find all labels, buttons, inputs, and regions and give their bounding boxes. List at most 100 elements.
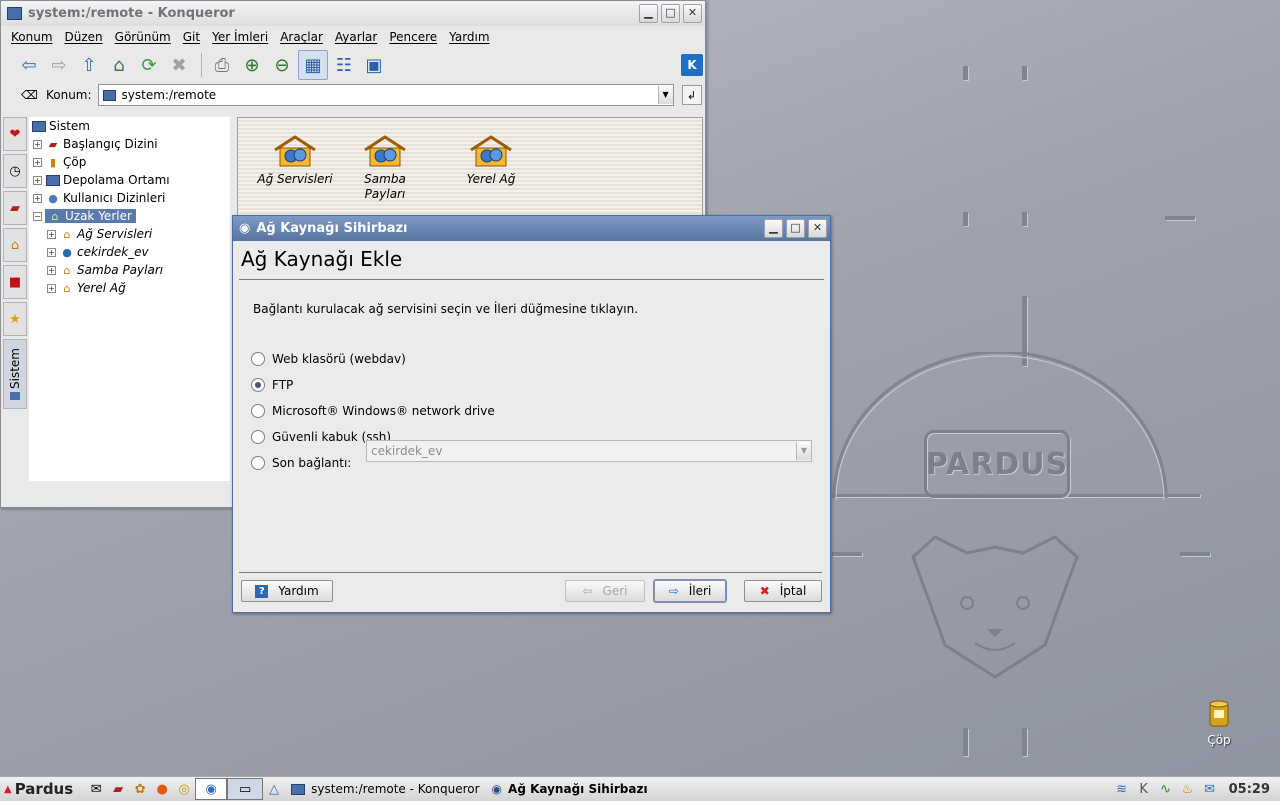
tree-item-ag-servisleri[interactable]: + ⌂ Ağ Servisleri <box>29 225 230 243</box>
kde-logo-icon[interactable]: K <box>681 54 703 76</box>
cancel-button[interactable]: ✖ İptal <box>744 580 822 602</box>
forward-icon[interactable]: ⇨ <box>45 51 73 79</box>
zoom-out-icon[interactable]: ⊖ <box>268 51 296 79</box>
arrow-icon[interactable]: △ <box>263 779 285 799</box>
history-clock-icon[interactable]: ◷ <box>3 154 27 188</box>
next-button[interactable]: ⇨ İleri <box>654 580 726 602</box>
maximize-button[interactable]: □ <box>786 219 805 238</box>
network-monitor-icon[interactable]: ∿ <box>1155 779 1177 799</box>
menu-konum[interactable]: Konum <box>5 30 59 44</box>
tree-view-icon[interactable]: ☷ <box>330 51 358 79</box>
konqueror-titlebar[interactable]: system:/remote - Konqueror ▁ □ ✕ <box>1 1 705 26</box>
tree-item-kullanici[interactable]: + ● Kullanıcı Dizinleri <box>29 189 230 207</box>
stop-icon[interactable]: ✖ <box>165 51 193 79</box>
maximize-button[interactable]: □ <box>661 4 680 23</box>
menu-yardim[interactable]: Yardım <box>443 30 495 44</box>
option-windows[interactable]: Microsoft® Windows® network drive <box>251 398 830 424</box>
dialog-titlebar[interactable]: ◉ Ağ Kaynağı Sihirbazı ▁ □ ✕ <box>233 216 830 241</box>
print-icon[interactable]: ⎙ <box>208 51 236 79</box>
expand-icon[interactable]: + <box>33 175 42 185</box>
help-button[interactable]: ? Yardım <box>241 580 333 602</box>
tree-label: Sistem <box>49 119 90 133</box>
clock[interactable]: 05:29 <box>1229 782 1270 797</box>
tree-item-samba[interactable]: + ⌂ Samba Payları <box>29 261 230 279</box>
wifi-icon[interactable]: ≋ <box>1111 779 1133 799</box>
task-wizard[interactable]: ◉ Ağ Kaynağı Sihirbazı <box>486 778 654 800</box>
menu-git[interactable]: Git <box>177 30 206 44</box>
recent-radio[interactable] <box>251 456 265 470</box>
chevron-down-icon[interactable]: ▼ <box>657 86 673 104</box>
webdav-radio[interactable] <box>251 352 265 366</box>
start-menu-button[interactable]: ▲ Pardus <box>0 780 73 798</box>
home-folder-icon[interactable]: ▰ <box>107 779 129 799</box>
close-button[interactable]: ✕ <box>683 4 702 23</box>
expand-icon[interactable]: + <box>33 157 42 167</box>
tree-item-cop[interactable]: + ▮ Çöp <box>29 153 230 171</box>
option-ftp[interactable]: FTP <box>251 372 830 398</box>
bookmarks-heart-icon[interactable]: ❤ <box>3 117 27 151</box>
menu-yer-imleri[interactable]: Yer İmleri <box>206 30 274 44</box>
expand-icon[interactable]: + <box>47 247 56 257</box>
windows-radio[interactable] <box>251 404 265 418</box>
sidebar-tab-sistem[interactable]: Sistem <box>3 339 27 409</box>
expand-icon[interactable]: + <box>33 193 42 203</box>
tree-item-yerel-ag[interactable]: + ⌂ Yerel Ağ <box>29 279 230 297</box>
collapse-icon[interactable]: − <box>33 211 42 221</box>
home-icon[interactable]: ⌂ <box>105 51 133 79</box>
expand-icon[interactable]: + <box>47 229 56 239</box>
mail-icon[interactable]: ✉ <box>85 779 107 799</box>
expand-icon[interactable]: + <box>33 139 42 149</box>
task-konqueror[interactable]: system:/remote - Konqueror <box>285 778 485 800</box>
favorites-star-icon[interactable]: ★ <box>3 302 27 336</box>
back-icon[interactable]: ⇦ <box>15 51 43 79</box>
menu-duzen[interactable]: Düzen <box>59 30 109 44</box>
desktop-trash[interactable]: Çöp <box>1196 698 1242 747</box>
ftp-radio[interactable] <box>251 378 265 392</box>
tree-item-uzak-yerler[interactable]: − ⌂ Uzak Yerler <box>29 207 230 225</box>
minimize-button[interactable]: ▁ <box>639 4 658 23</box>
tree-item-baslangic[interactable]: + ▰ Başlangıç Dizini <box>29 135 230 153</box>
menu-ayarlar[interactable]: Ayarlar <box>329 30 383 44</box>
sidebar-tab-label: Sistem <box>8 347 22 389</box>
tree-item-depolama[interactable]: + Depolama Ortamı <box>29 171 230 189</box>
close-button[interactable]: ✕ <box>808 219 827 238</box>
expand-icon[interactable]: + <box>47 283 56 293</box>
ssh-radio[interactable] <box>251 430 265 444</box>
go-icon[interactable]: ↲ <box>681 85 702 105</box>
option-webdav[interactable]: Web klasörü (webdav) <box>251 346 830 372</box>
up-icon[interactable]: ⇧ <box>75 51 103 79</box>
icon-view-icon[interactable]: ▦ <box>298 50 328 80</box>
file-ag-servisleri[interactable]: Ağ Servisleri <box>250 134 340 187</box>
reload-icon[interactable]: ⟳ <box>135 51 163 79</box>
kde-k-icon[interactable]: K <box>1133 779 1155 799</box>
menu-pencere[interactable]: Pencere <box>383 30 443 44</box>
tree-item-sistem[interactable]: Sistem <box>29 117 230 135</box>
menu-araclar[interactable]: Araçlar <box>274 30 329 44</box>
network-folder-icon <box>470 135 512 167</box>
minimize-button[interactable]: ▁ <box>764 219 783 238</box>
back-button[interactable]: ⇦ Geri <box>565 580 645 602</box>
expand-icon[interactable]: + <box>47 265 56 275</box>
zoom-in-icon[interactable]: ⊕ <box>238 51 266 79</box>
desktop-1-icon[interactable]: ◉ <box>195 778 228 800</box>
recent-connection-select[interactable]: cekirdek_ev ▼ <box>366 440 812 462</box>
package-manager-icon[interactable]: ♨ <box>1177 779 1199 799</box>
file-samba-paylari[interactable]: Samba Payları <box>340 134 430 202</box>
clear-location-icon[interactable]: ⌫ <box>21 88 38 102</box>
tree-item-cekirdek-ev[interactable]: + ● cekirdek_ev <box>29 243 230 261</box>
location-input[interactable]: system:/remote ▼ <box>97 84 674 106</box>
cancel-icon: ✖ <box>759 584 770 598</box>
chevron-down-icon[interactable]: ▼ <box>796 442 811 460</box>
media-icon[interactable]: ■ <box>3 265 27 299</box>
menu-gorunum[interactable]: Görünüm <box>109 30 177 44</box>
wallpaper-mark <box>963 66 968 80</box>
file-yerel-ag[interactable]: Yerel Ağ <box>446 134 536 187</box>
home-folder-icon[interactable]: ▰ <box>3 191 27 225</box>
help-lifebuoy-icon[interactable]: ◎ <box>173 779 195 799</box>
network-icon[interactable]: ⌂ <box>3 228 27 262</box>
settings-icon[interactable]: ✿ <box>129 779 151 799</box>
notification-icon[interactable]: ✉ <box>1199 779 1221 799</box>
firefox-icon[interactable]: ● <box>151 779 173 799</box>
desktop-2-icon[interactable]: ▭ <box>227 778 264 800</box>
preview-icon[interactable]: ▣ <box>360 51 388 79</box>
